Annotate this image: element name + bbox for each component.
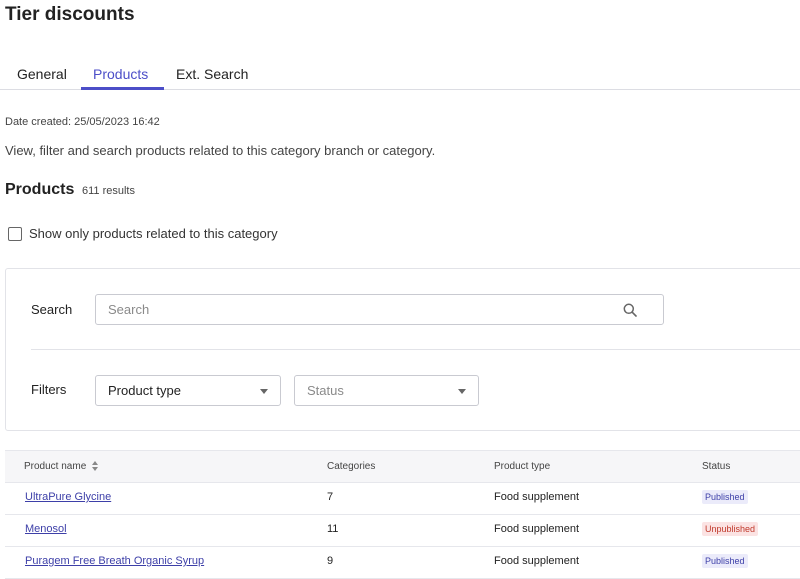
sort-icon[interactable] xyxy=(92,461,99,472)
categories-count: 11 xyxy=(327,523,339,535)
date-created: Date created: 25/05/2023 16:42 xyxy=(5,116,160,128)
results-count: 611 results xyxy=(82,185,135,197)
page-description: View, filter and search products related… xyxy=(5,143,436,158)
status-badge: Unpublished xyxy=(702,522,759,536)
active-tab-indicator xyxy=(81,87,164,90)
product-type-cell: Food supplement xyxy=(494,491,579,503)
categories-count: 9 xyxy=(327,555,334,567)
column-header-status: Status xyxy=(702,461,731,472)
table-header: Product name Categories Product type Sta… xyxy=(5,450,800,483)
status-badge: Published xyxy=(702,554,748,568)
status-badge: Published xyxy=(702,490,748,504)
panel-divider xyxy=(31,349,800,350)
chevron-down-icon xyxy=(260,389,268,394)
tab-general[interactable]: General xyxy=(17,66,67,82)
status-select[interactable]: Status xyxy=(294,375,479,406)
related-products-checkbox[interactable] xyxy=(8,226,22,241)
table-row: UltraPure Glycine 7 Food supplement Publ… xyxy=(5,483,800,515)
column-header-categories: Categories xyxy=(327,461,376,472)
product-name-link[interactable]: UltraPure Glycine xyxy=(25,491,111,503)
table-row: Menosol 11 Food supplement Unpublished xyxy=(5,515,800,547)
product-type-select-value: Product type xyxy=(108,383,181,398)
tab-bar: General Products Ext. Search xyxy=(0,62,800,90)
search-placeholder: Search xyxy=(108,302,150,317)
status-select-value: Status xyxy=(307,383,344,398)
page-title: Tier discounts xyxy=(5,4,135,25)
products-heading: Products xyxy=(5,181,75,198)
related-products-checkbox-label: Show only products related to this categ… xyxy=(29,226,278,241)
search-icon[interactable] xyxy=(623,303,637,317)
filters-label: Filters xyxy=(31,382,67,397)
product-name-link[interactable]: Menosol xyxy=(25,523,67,535)
column-header-product-name[interactable]: Product name xyxy=(24,461,99,472)
filter-panel: Search Search Filters Product type Statu… xyxy=(5,268,800,431)
related-products-toggle[interactable]: Show only products related to this categ… xyxy=(8,226,278,241)
search-input[interactable]: Search xyxy=(95,294,664,325)
tab-products[interactable]: Products xyxy=(93,66,148,82)
chevron-down-icon xyxy=(458,389,466,394)
categories-count: 7 xyxy=(327,491,334,503)
tab-ext-search[interactable]: Ext. Search xyxy=(176,66,248,82)
product-type-select[interactable]: Product type xyxy=(95,375,281,406)
column-header-product-type: Product type xyxy=(494,461,551,472)
product-type-cell: Food supplement xyxy=(494,555,579,567)
product-name-link[interactable]: Puragem Free Breath Organic Syrup xyxy=(25,555,204,567)
product-type-cell: Food supplement xyxy=(494,523,579,535)
search-label: Search xyxy=(31,302,73,317)
table-row: Puragem Free Breath Organic Syrup 9 Food… xyxy=(5,547,800,579)
